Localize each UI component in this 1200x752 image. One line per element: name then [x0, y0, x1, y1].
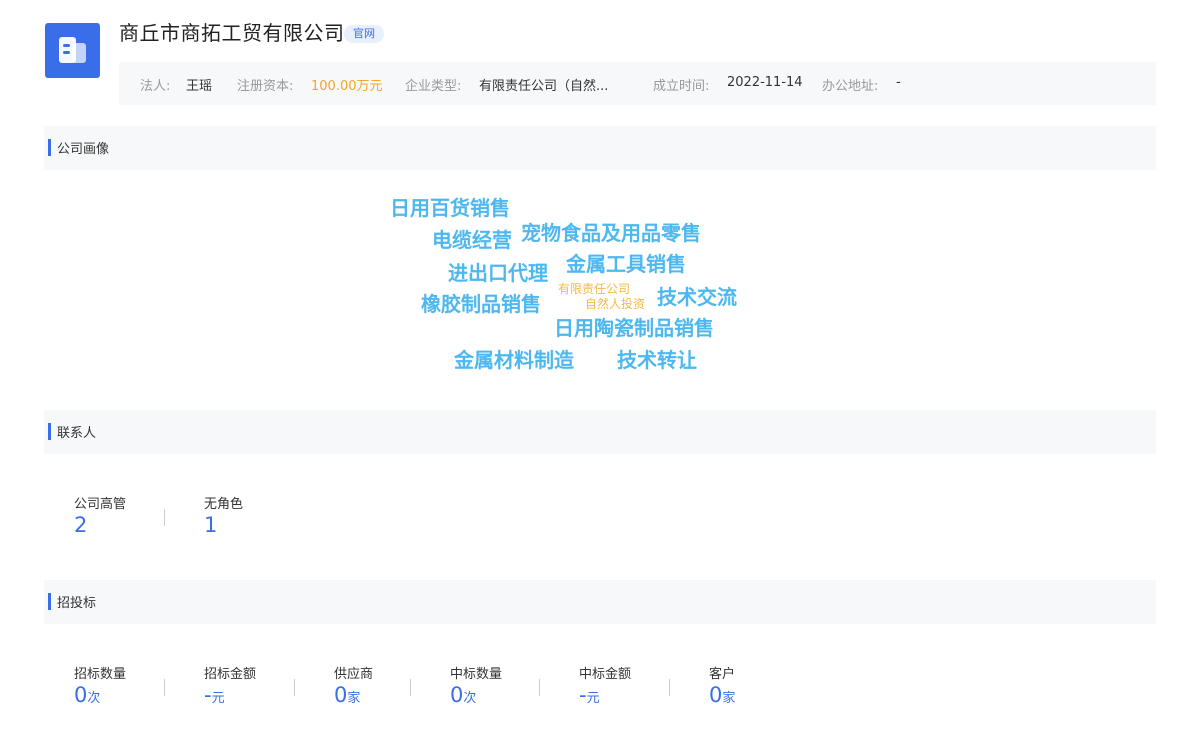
stat-divider [164, 679, 165, 696]
stat-label: 公司高管 [74, 497, 127, 512]
cloud-word[interactable]: 技术转让 [617, 344, 697, 373]
company-type-label: 企业类型: [405, 79, 462, 94]
stat-label: 中标数量 [450, 667, 503, 682]
stat-suppliers[interactable]: 供应商 0家 [334, 663, 373, 708]
cloud-word[interactable]: 橡胶制品销售 [421, 288, 541, 317]
stat-unit: 家 [722, 691, 736, 706]
stat-winning-amount[interactable]: 中标金额 -元 [579, 663, 631, 708]
cloud-word[interactable]: 金属材料制造 [454, 344, 574, 373]
founded-date-label: 成立时间: [653, 79, 710, 94]
cloud-word[interactable]: 日用陶瓷制品销售 [554, 312, 714, 341]
stat-label: 客户 [709, 667, 736, 682]
section-title: 招投标 [57, 596, 97, 611]
section-accent [48, 423, 51, 440]
stat-unit: 次 [463, 691, 477, 706]
stat-unit: 元 [211, 691, 225, 706]
cloud-word[interactable]: 自然人投资 [585, 295, 645, 312]
stat-divider [410, 679, 411, 696]
stat-value: 0 [450, 683, 464, 707]
legal-person-label: 法人: [140, 79, 171, 94]
company-header: 商丘市商拓工贸有限公司 官网 法人: 王瑶 注册资本: 100.00万元 企业类… [0, 0, 1200, 110]
company-logo [45, 23, 100, 78]
stat-unit: 元 [586, 691, 600, 706]
stat-label: 无角色 [204, 497, 244, 512]
stat-label: 中标金额 [579, 667, 632, 682]
company-info-bar: 法人: 王瑶 注册资本: 100.00万元 企业类型: 有限责任公司（自然...… [119, 62, 1156, 105]
company-name: 商丘市商拓工贸有限公司 [119, 21, 345, 45]
stat-value: 0 [74, 683, 88, 707]
section-bidding: 招投标 [44, 580, 1156, 624]
section-accent [48, 593, 51, 610]
office-address-value: - [896, 75, 901, 90]
stat-divider [669, 679, 670, 696]
stat-value: - [204, 683, 212, 707]
cloud-word[interactable]: 进出口代理 [448, 257, 548, 286]
legal-person-value[interactable]: 王瑶 [186, 75, 212, 94]
office-address-label: 办公地址: [822, 79, 879, 94]
stat-unit: 次 [87, 691, 101, 706]
cloud-word[interactable]: 电缆经营 [432, 224, 512, 253]
stat-divider [294, 679, 295, 696]
official-site-tag[interactable]: 官网 [344, 25, 384, 43]
stat-divider [539, 679, 540, 696]
stat-no-role[interactable]: 无角色 1 [204, 493, 243, 538]
section-contacts: 联系人 [44, 410, 1156, 454]
stat-customers[interactable]: 客户 0家 [709, 663, 735, 708]
registered-capital-label: 注册资本: [237, 79, 294, 94]
stat-divider [164, 509, 165, 526]
cloud-word[interactable]: 日用百货销售 [390, 192, 510, 221]
stat-tender-amount[interactable]: 招标金额 -元 [204, 663, 256, 708]
stat-unit: 家 [347, 691, 361, 706]
section-title: 联系人 [57, 426, 97, 441]
cloud-word[interactable]: 宠物食品及用品零售 [521, 217, 701, 246]
stat-value: 2 [74, 513, 88, 537]
stat-value: 0 [334, 683, 348, 707]
registered-capital-value: 100.00万元 [311, 79, 383, 94]
stat-value: 0 [709, 683, 723, 707]
company-type-value: 有限责任公司（自然... [479, 79, 609, 94]
founded-date-value: 2022-11-14 [727, 75, 803, 90]
stat-label: 供应商 [334, 667, 374, 682]
stat-value: - [579, 683, 587, 707]
stat-tender-count[interactable]: 招标数量 0次 [74, 663, 126, 708]
section-company-profile: 公司画像 [44, 126, 1156, 170]
stat-value: 1 [204, 513, 218, 537]
stat-label: 招标数量 [74, 667, 127, 682]
stat-executives[interactable]: 公司高管 2 [74, 493, 126, 538]
stat-label: 招标金额 [204, 667, 257, 682]
cloud-word[interactable]: 金属工具销售 [566, 248, 686, 277]
building-icon [59, 37, 86, 63]
cloud-word[interactable]: 技术交流 [657, 281, 737, 310]
stat-winning-count[interactable]: 中标数量 0次 [450, 663, 502, 708]
section-accent [48, 139, 51, 156]
section-title: 公司画像 [57, 142, 110, 157]
word-cloud: 日用百货销售 电缆经营 宠物食品及用品零售 进出口代理 金属工具销售 橡胶制品销… [0, 170, 1200, 400]
